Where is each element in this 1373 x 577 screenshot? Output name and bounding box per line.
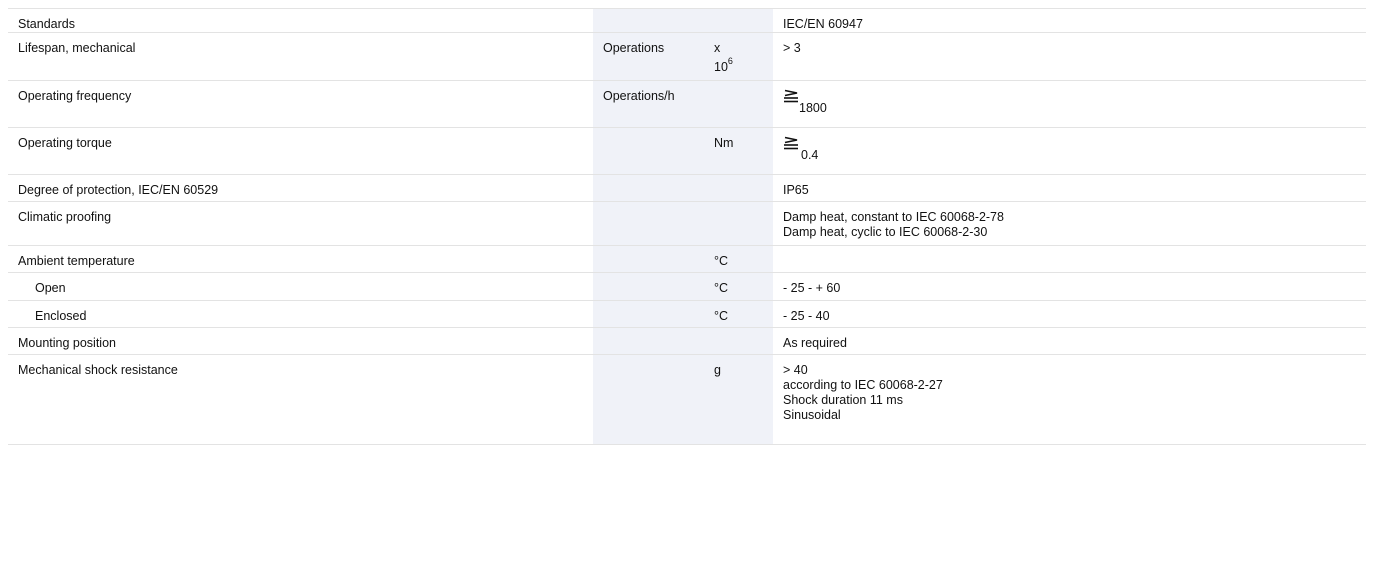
row-multiplier: Nm (704, 127, 773, 175)
row-label: Climatic proofing (8, 201, 593, 246)
row-unit: Operations (593, 32, 704, 81)
power-exponent: 6 (727, 56, 733, 66)
table-row: Ambient temperature °C (8, 245, 1366, 273)
specification-table: Standards IEC/EN 60947 Lifespan, mechani… (8, 9, 1366, 445)
row-multiplier: °C (704, 245, 773, 273)
row-label: Degree of protection, IEC/EN 60529 (8, 174, 593, 202)
row-label: Standards (8, 9, 593, 33)
value-line: according to IEC 60068-2-27 (783, 378, 943, 392)
table-row: Operating torque Nm 0.4 (8, 127, 1366, 175)
table-row: Enclosed °C - 25 - 40 (8, 300, 1366, 328)
value-line: Sinusoidal (783, 408, 841, 422)
table-row: Degree of protection, IEC/EN 60529 IP65 (8, 174, 1366, 202)
table-row: Operating frequency Operations/h 1800 (8, 80, 1366, 128)
row-value: - 25 - 40 (773, 300, 1366, 328)
row-unit (593, 327, 704, 355)
power-base: 10 (714, 60, 728, 74)
table-row: Standards IEC/EN 60947 (8, 9, 1366, 33)
row-label: Lifespan, mechanical (8, 32, 593, 81)
row-value: 1800 (773, 80, 1366, 128)
row-label: Ambient temperature (8, 245, 593, 273)
row-unit (593, 174, 704, 202)
row-value: Damp heat, constant to IEC 60068-2-78 Da… (773, 201, 1366, 246)
row-multiplier: g (704, 354, 773, 445)
less-or-equal-icon (783, 136, 799, 150)
row-value: 0.4 (773, 127, 1366, 175)
row-value: > 3 (773, 32, 1366, 81)
row-value (773, 245, 1366, 273)
row-unit (593, 127, 704, 175)
table-row: Lifespan, mechanical Operations x 106 > … (8, 32, 1366, 81)
row-unit: Operations/h (593, 80, 704, 128)
row-label: Open (8, 272, 593, 301)
row-value: IEC/EN 60947 (773, 9, 1366, 33)
multiplier-base: x (714, 41, 721, 55)
table-row: Mounting position As required (8, 327, 1366, 355)
row-multiplier (704, 80, 773, 128)
row-label: Operating torque (8, 127, 593, 175)
row-unit (593, 9, 704, 33)
row-multiplier: °C (704, 272, 773, 301)
specification-sheet: Standards IEC/EN 60947 Lifespan, mechani… (8, 8, 1366, 577)
row-multiplier: x 106 (704, 32, 773, 81)
row-label: Mechanical shock resistance (8, 354, 593, 445)
row-value: - 25 - + 60 (773, 272, 1366, 301)
row-unit (593, 300, 704, 328)
row-multiplier (704, 201, 773, 246)
row-multiplier (704, 327, 773, 355)
less-or-equal-icon (783, 89, 799, 103)
row-value: As required (773, 327, 1366, 355)
row-label: Operating frequency (8, 80, 593, 128)
row-multiplier: °C (704, 300, 773, 328)
row-multiplier (704, 9, 773, 33)
row-value: > 40 according to IEC 60068-2-27 Shock d… (773, 354, 1366, 445)
value-line: > 40 (783, 363, 808, 377)
row-value: IP65 (773, 174, 1366, 202)
value-line: Damp heat, constant to IEC 60068-2-78 (783, 210, 1004, 224)
row-unit (593, 245, 704, 273)
value-line: Damp heat, cyclic to IEC 60068-2-30 (783, 225, 988, 239)
value-subscript: 1800 (799, 101, 827, 115)
value-line: Shock duration 11 ms (783, 393, 903, 407)
table-row: Mechanical shock resistance g > 40 accor… (8, 354, 1366, 445)
row-label: Mounting position (8, 327, 593, 355)
row-unit (593, 201, 704, 246)
table-row: Climatic proofing Damp heat, constant to… (8, 201, 1366, 246)
row-label: Enclosed (8, 300, 593, 328)
row-unit (593, 354, 704, 445)
row-multiplier (704, 174, 773, 202)
row-unit (593, 272, 704, 301)
multiplier-power: 106 (714, 57, 763, 75)
value-subscript: 0.4 (801, 148, 819, 162)
table-row: Open °C - 25 - + 60 (8, 272, 1366, 301)
